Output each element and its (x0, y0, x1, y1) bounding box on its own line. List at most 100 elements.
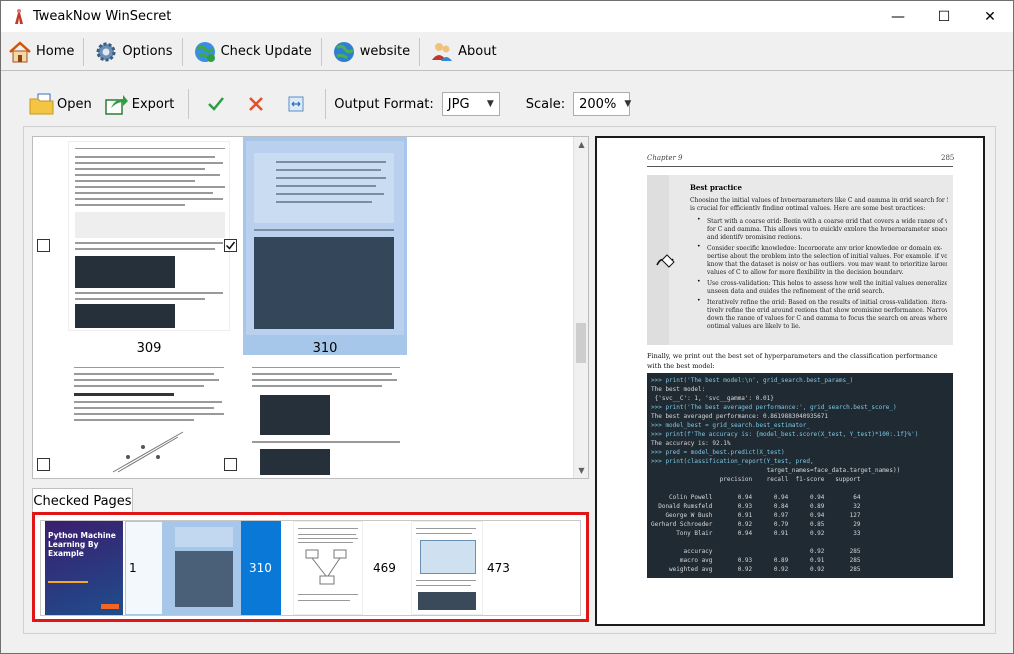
menu-about[interactable]: About (423, 35, 502, 69)
page-thumbnail (68, 141, 230, 331)
code-line: weighted avg 0.92 0.92 0.92 285 (651, 566, 861, 573)
note-line: tively refine the grid around regions th… (707, 307, 947, 312)
vertical-scrollbar[interactable]: ▲ ▼ (573, 137, 588, 478)
note-line: Choosing the initial values of hyperpara… (690, 197, 948, 202)
export-label: Export (131, 96, 175, 112)
note-line: for C and gamma. This allows you to quic… (707, 226, 947, 231)
menu-home[interactable]: Home (1, 35, 80, 69)
note-line: and identify promising regions. (707, 234, 803, 239)
bullet-icon: • (697, 278, 701, 285)
checked-page-number: 1 (129, 561, 137, 575)
scale-label: Scale: (525, 96, 566, 112)
scale-select[interactable]: 200% ▼ (573, 92, 632, 116)
note-line: Consider specific knowledge: Incorporate… (707, 245, 943, 250)
open-folder-icon (29, 91, 55, 117)
page-thumbnail (411, 521, 483, 615)
code-block: >>> print('The best model:\n', grid_sear… (647, 373, 953, 578)
menu-check-update-label: Check Update (220, 44, 312, 59)
scroll-down-icon[interactable]: ▼ (574, 463, 588, 478)
page-thumbnail (246, 363, 406, 478)
output-format-select[interactable]: JPG ▼ (441, 92, 500, 116)
scrollbar-thumb[interactable] (576, 323, 586, 363)
code-line: >>> print(classification_report(Y_test, … (651, 458, 814, 465)
page-thumbnail (163, 521, 241, 615)
scale-value: 200% (579, 96, 617, 112)
book-cover-thumbnail: Python Machine Learning By Example (45, 521, 123, 615)
menu-website-label: website (359, 44, 411, 59)
app-logo-icon (13, 8, 25, 26)
chevron-down-icon: ▼ (624, 99, 632, 109)
tab-checked-pages[interactable]: Checked Pages (32, 488, 133, 513)
window-title: TweakNow WinSecret (33, 9, 172, 24)
checked-page-item[interactable]: 473 (403, 521, 523, 615)
menu-separator (419, 37, 421, 66)
scroll-up-icon[interactable]: ▲ (574, 137, 588, 152)
page-card[interactable] (33, 363, 233, 478)
checked-page-item[interactable]: 469 (285, 521, 403, 615)
checked-pages-list[interactable]: Python Machine Learning By Example 1 310 (40, 520, 581, 616)
best-practice-note: Best practice Choosing the initial value… (647, 175, 953, 345)
note-line: pertise about the problem into the selec… (707, 253, 947, 258)
page-checkbox[interactable] (37, 239, 50, 252)
note-line: down the range of values for C and gamma… (707, 315, 947, 320)
check-all-button[interactable] (197, 89, 237, 119)
page-number: 310 (312, 341, 338, 356)
checked-page-number: 473 (487, 561, 510, 575)
page-checkbox-checked[interactable] (224, 239, 237, 252)
code-line: The best averaged performance: 0.8619883… (651, 413, 829, 420)
code-line: George W Bush 0.91 0.97 0.94 127 (651, 512, 861, 519)
gear-icon (93, 39, 119, 65)
code-line: Gerhard Schroeder 0.92 0.79 0.85 29 (651, 521, 861, 528)
menu-website[interactable]: website (325, 35, 416, 69)
page-thumbnail (246, 141, 404, 335)
globe-icon (331, 39, 357, 65)
open-button[interactable]: Open (23, 89, 98, 119)
code-line: The accuracy is: 92.1% (651, 440, 731, 447)
menu-divider (1, 70, 1013, 71)
export-icon (104, 91, 130, 117)
page-checkbox[interactable] (37, 458, 50, 471)
page-card[interactable]: 309 (33, 137, 233, 362)
menu-check-update[interactable]: Check Update (186, 35, 318, 69)
page-card[interactable] (221, 363, 421, 478)
toolbar-separator (325, 89, 327, 119)
code-line: >>> print(f'The accuracy is: {model_best… (651, 431, 919, 438)
home-icon (7, 39, 33, 65)
minimize-button[interactable]: — (875, 1, 921, 32)
maximize-button[interactable]: ☐ (921, 1, 967, 32)
page-checkbox[interactable] (224, 458, 237, 471)
menu-separator (320, 37, 322, 66)
fit-page-button[interactable] (277, 89, 317, 119)
bullet-icon: • (697, 243, 701, 250)
checkmark-icon (225, 241, 236, 250)
bullet-icon: • (697, 216, 701, 223)
menu-options[interactable]: Options (87, 35, 178, 69)
code-line: precision recall f1-score support (651, 476, 861, 483)
uncheck-all-button[interactable] (237, 89, 277, 119)
close-button[interactable]: ✕ (967, 1, 1013, 32)
checked-page-item-selected[interactable]: 310 (163, 521, 281, 615)
checked-page-item[interactable]: Python Machine Learning By Example 1 (41, 521, 163, 615)
page-preview[interactable]: Chapter 9 285 Best practice Choosing the… (595, 136, 985, 626)
page-thumbnail-grid[interactable]: 309 310 ▲ ▼ (32, 136, 589, 479)
code-line: Donald Rumsfeld 0.93 0.84 0.89 32 (651, 503, 861, 510)
code-line: >>> model_best = grid_search.best_estima… (651, 422, 810, 429)
menu-home-label: Home (36, 44, 75, 59)
app-window: TweakNow WinSecret — ☐ ✕ Home Options Ch… (0, 0, 1014, 654)
code-line: Tony Blair 0.94 0.91 0.92 33 (651, 530, 861, 537)
note-line: optimal values are likely to lie. (707, 323, 801, 328)
note-line: Iteratively refine the grid: Based on th… (707, 299, 947, 304)
code-line: The best model: (651, 386, 706, 393)
code-line: macro avg 0.93 0.89 0.91 285 (651, 557, 861, 564)
toolbar-separator (188, 89, 190, 119)
menu-bar: Home Options Check Update website About (1, 33, 1013, 70)
note-title: Best practice (690, 183, 742, 192)
cross-icon (243, 91, 269, 117)
page-thumbnail (68, 363, 230, 478)
page-card-selected[interactable]: 310 (221, 137, 421, 362)
menu-separator (181, 37, 183, 66)
checked-page-number: 469 (373, 561, 396, 575)
export-button[interactable]: Export (98, 89, 181, 119)
checked-page-number: 310 (249, 561, 272, 575)
page-thumbnail (293, 521, 363, 615)
